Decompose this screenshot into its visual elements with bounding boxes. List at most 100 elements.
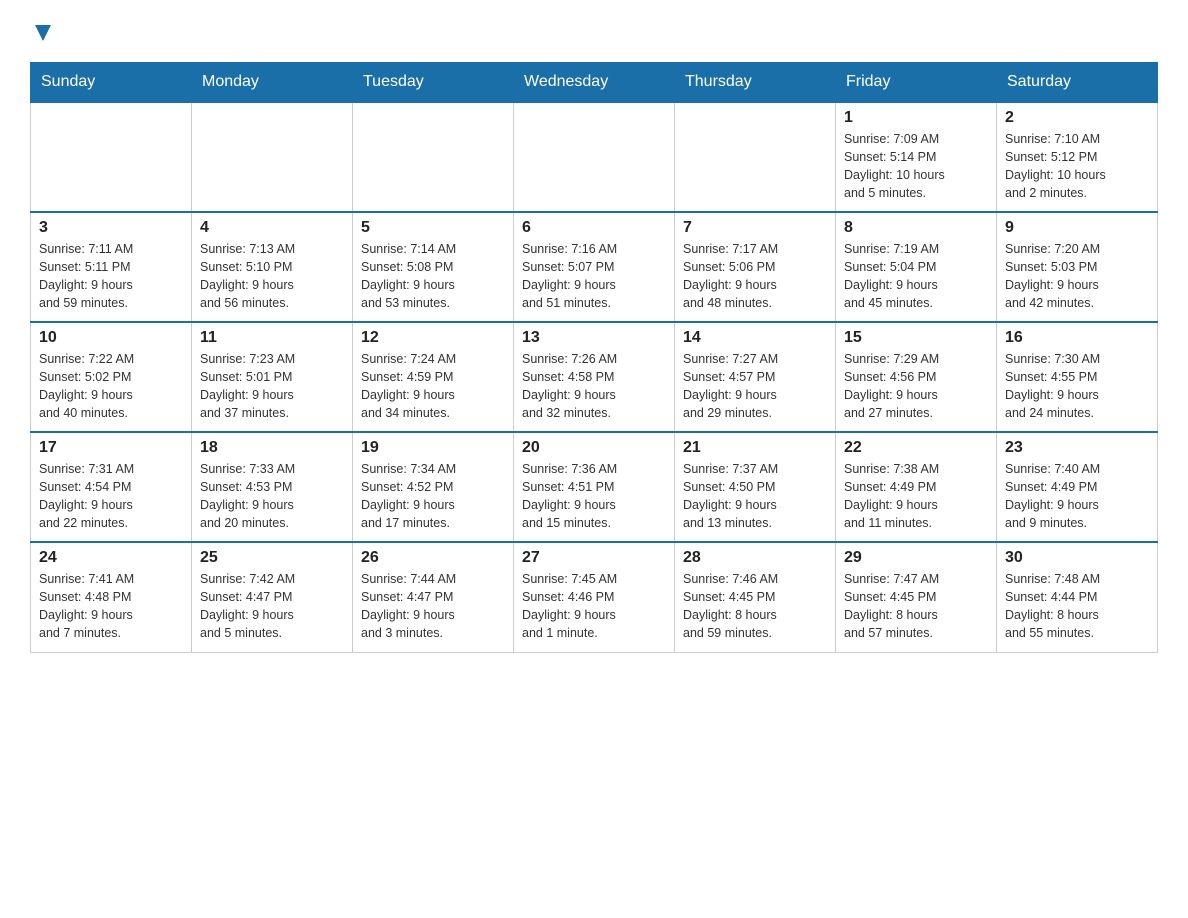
day-number: 30 [1005, 549, 1149, 567]
day-info: Sunrise: 7:47 AMSunset: 4:45 PMDaylight:… [844, 570, 988, 643]
day-number: 6 [522, 219, 666, 237]
calendar-cell: 13Sunrise: 7:26 AMSunset: 4:58 PMDayligh… [514, 322, 675, 432]
day-info: Sunrise: 7:24 AMSunset: 4:59 PMDaylight:… [361, 350, 505, 423]
calendar-cell: 11 Sunrise: 7:23 AMSunset: 5:01 PMDayligh… [192, 322, 353, 432]
day-number: 18 [200, 439, 344, 457]
logo-triangle-icon [32, 21, 54, 43]
day-info: Sunrise: 7:33 AMSunset: 4:53 PMDaylight:… [200, 460, 344, 533]
day-info: Sunrise: 7:48 AMSunset: 4:44 PMDaylight:… [1005, 570, 1149, 643]
week-row-3: 10 Sunrise: 7:22 AMSunset: 5:02 PMDayligh… [31, 322, 1158, 432]
day-number: 23 [1005, 439, 1149, 457]
calendar-cell: 5 Sunrise: 7:14 AMSunset: 5:08 PMDaylight… [353, 212, 514, 322]
day-info: Sunrise: 7:16 AMSunset: 5:07 PMDaylight:… [522, 240, 666, 313]
day-info: Sunrise: 7:19 AMSunset: 5:04 PMDaylight:… [844, 240, 988, 313]
day-number: 2 [1005, 109, 1149, 127]
day-info: Sunrise: 7:10 AMSunset: 5:12 PMDaylight:… [1005, 130, 1149, 203]
day-number: 28 [683, 549, 827, 567]
day-number: 21 [683, 439, 827, 457]
day-info: Sunrise: 7:46 AMSunset: 4:45 PMDaylight:… [683, 570, 827, 643]
day-number: 24 [39, 549, 183, 567]
day-info: Sunrise: 7:37 AMSunset: 4:50 PMDaylight:… [683, 460, 827, 533]
day-number: 27 [522, 549, 666, 567]
weekday-header-friday: Friday [836, 63, 997, 103]
day-info: Sunrise: 7:31 AMSunset: 4:54 PMDaylight:… [39, 460, 183, 533]
week-row-5: 24 Sunrise: 7:41 AMSunset: 4:48 PMDayligh… [31, 542, 1158, 652]
calendar-cell: 8 Sunrise: 7:19 AMSunset: 5:04 PMDaylight… [836, 212, 997, 322]
calendar-cell: 21 Sunrise: 7:37 AMSunset: 4:50 PMDayligh… [675, 432, 836, 542]
day-number: 10 [39, 329, 183, 347]
day-number: 7 [683, 219, 827, 237]
calendar-cell: 29 Sunrise: 7:47 AMSunset: 4:45 PMDayligh… [836, 542, 997, 652]
calendar-cell: 6 Sunrise: 7:16 AMSunset: 5:07 PMDaylight… [514, 212, 675, 322]
day-info: Sunrise: 7:11 AMSunset: 5:11 PMDaylight:… [39, 240, 183, 313]
calendar-cell [514, 102, 675, 212]
calendar-cell: 18 Sunrise: 7:33 AMSunset: 4:53 PMDayligh… [192, 432, 353, 542]
day-number: 26 [361, 549, 505, 567]
day-info: Sunrise: 7:44 AMSunset: 4:47 PMDaylight:… [361, 570, 505, 643]
calendar-cell: 17 Sunrise: 7:31 AMSunset: 4:54 PMDayligh… [31, 432, 192, 542]
calendar-cell [192, 102, 353, 212]
calendar-cell: 19 Sunrise: 7:34 AMSunset: 4:52 PMDayligh… [353, 432, 514, 542]
day-info: Sunrise: 7:14 AMSunset: 5:08 PMDaylight:… [361, 240, 505, 313]
calendar-cell: 2 Sunrise: 7:10 AMSunset: 5:12 PMDaylight… [997, 102, 1158, 212]
calendar-cell: 15 Sunrise: 7:29 AMSunset: 4:56 PMDayligh… [836, 322, 997, 432]
calendar-table: SundayMondayTuesdayWednesdayThursdayFrid… [30, 62, 1158, 653]
calendar-cell: 4Sunrise: 7:13 AMSunset: 5:10 PMDaylight… [192, 212, 353, 322]
calendar-cell: 25Sunrise: 7:42 AMSunset: 4:47 PMDayligh… [192, 542, 353, 652]
weekday-header-tuesday: Tuesday [353, 63, 514, 103]
calendar-cell: 14 Sunrise: 7:27 AMSunset: 4:57 PMDayligh… [675, 322, 836, 432]
day-number: 29 [844, 549, 988, 567]
day-number: 11 [200, 329, 344, 347]
day-number: 8 [844, 219, 988, 237]
day-info: Sunrise: 7:26 AMSunset: 4:58 PMDaylight:… [522, 350, 666, 423]
day-number: 15 [844, 329, 988, 347]
day-info: Sunrise: 7:27 AMSunset: 4:57 PMDaylight:… [683, 350, 827, 423]
calendar-cell: 24 Sunrise: 7:41 AMSunset: 4:48 PMDayligh… [31, 542, 192, 652]
calendar-cell: 10 Sunrise: 7:22 AMSunset: 5:02 PMDayligh… [31, 322, 192, 432]
logo-text [30, 20, 54, 48]
day-info: Sunrise: 7:34 AMSunset: 4:52 PMDaylight:… [361, 460, 505, 533]
calendar-cell: 28 Sunrise: 7:46 AMSunset: 4:45 PMDayligh… [675, 542, 836, 652]
calendar-cell: 12 Sunrise: 7:24 AMSunset: 4:59 PMDayligh… [353, 322, 514, 432]
calendar-cell: 30 Sunrise: 7:48 AMSunset: 4:44 PMDayligh… [997, 542, 1158, 652]
day-number: 4 [200, 219, 344, 237]
day-number: 19 [361, 439, 505, 457]
page-header [30, 20, 1158, 44]
day-number: 3 [39, 219, 183, 237]
day-info: Sunrise: 7:29 AMSunset: 4:56 PMDaylight:… [844, 350, 988, 423]
calendar-cell: 20 Sunrise: 7:36 AMSunset: 4:51 PMDayligh… [514, 432, 675, 542]
day-number: 25 [200, 549, 344, 567]
day-info: Sunrise: 7:22 AMSunset: 5:02 PMDaylight:… [39, 350, 183, 423]
day-number: 22 [844, 439, 988, 457]
day-info: Sunrise: 7:23 AMSunset: 5:01 PMDaylight:… [200, 350, 344, 423]
week-row-2: 3 Sunrise: 7:11 AMSunset: 5:11 PMDaylight… [31, 212, 1158, 322]
day-info: Sunrise: 7:20 AMSunset: 5:03 PMDaylight:… [1005, 240, 1149, 313]
weekday-header-sunday: Sunday [31, 63, 192, 103]
day-info: Sunrise: 7:45 AMSunset: 4:46 PMDaylight:… [522, 570, 666, 643]
calendar-cell: 7Sunrise: 7:17 AMSunset: 5:06 PMDaylight… [675, 212, 836, 322]
calendar-cell [31, 102, 192, 212]
weekday-header-wednesday: Wednesday [514, 63, 675, 103]
day-number: 12 [361, 329, 505, 347]
calendar-cell: 9Sunrise: 7:20 AMSunset: 5:03 PMDaylight… [997, 212, 1158, 322]
week-row-4: 17 Sunrise: 7:31 AMSunset: 4:54 PMDayligh… [31, 432, 1158, 542]
day-info: Sunrise: 7:41 AMSunset: 4:48 PMDaylight:… [39, 570, 183, 643]
day-info: Sunrise: 7:36 AMSunset: 4:51 PMDaylight:… [522, 460, 666, 533]
day-info: Sunrise: 7:38 AMSunset: 4:49 PMDaylight:… [844, 460, 988, 533]
day-number: 14 [683, 329, 827, 347]
calendar-cell: 3 Sunrise: 7:11 AMSunset: 5:11 PMDaylight… [31, 212, 192, 322]
weekday-header-thursday: Thursday [675, 63, 836, 103]
day-info: Sunrise: 7:09 AMSunset: 5:14 PMDaylight:… [844, 130, 988, 203]
calendar-cell [353, 102, 514, 212]
day-number: 17 [39, 439, 183, 457]
weekday-header-monday: Monday [192, 63, 353, 103]
week-row-1: 1 Sunrise: 7:09 AMSunset: 5:14 PMDaylight… [31, 102, 1158, 212]
calendar-cell [675, 102, 836, 212]
calendar-cell: 1 Sunrise: 7:09 AMSunset: 5:14 PMDaylight… [836, 102, 997, 212]
calendar-cell: 26 Sunrise: 7:44 AMSunset: 4:47 PMDayligh… [353, 542, 514, 652]
calendar-cell: 23Sunrise: 7:40 AMSunset: 4:49 PMDayligh… [997, 432, 1158, 542]
day-number: 20 [522, 439, 666, 457]
day-number: 5 [361, 219, 505, 237]
day-number: 16 [1005, 329, 1149, 347]
day-number: 1 [844, 109, 988, 127]
